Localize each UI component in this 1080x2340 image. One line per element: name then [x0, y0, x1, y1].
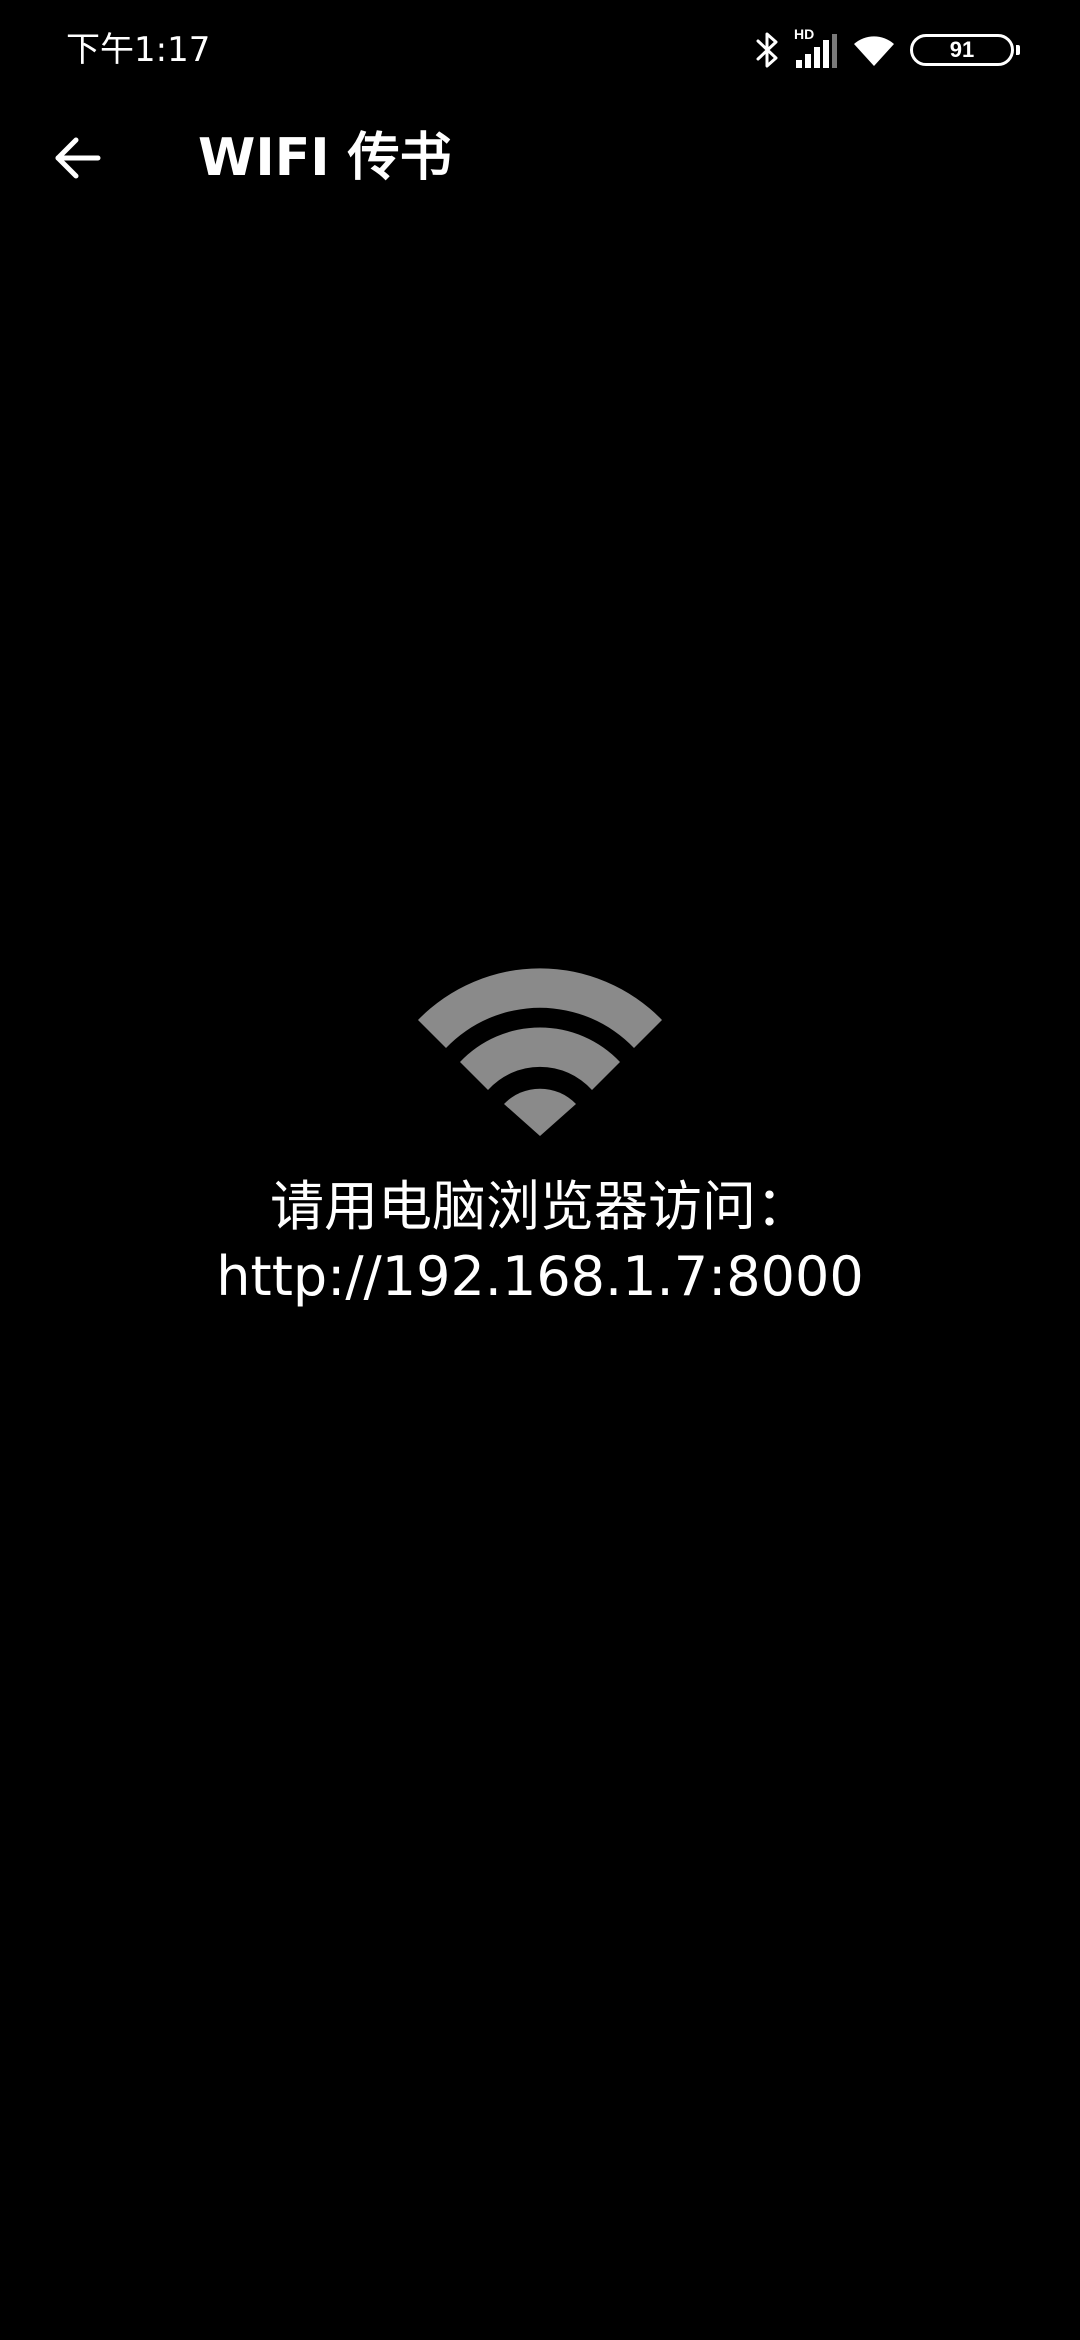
arrow-left-icon: [55, 137, 101, 179]
wifi-icon: [418, 968, 662, 1136]
status-bar: 下午1:17 HD 91: [0, 0, 1080, 100]
status-icons: HD 91: [740, 26, 1020, 74]
signal-icon: HD: [794, 26, 838, 70]
battery-level: 91: [949, 37, 975, 62]
bluetooth-icon: [756, 32, 778, 68]
back-button[interactable]: [36, 122, 120, 194]
wifi-icon: [854, 36, 894, 66]
battery-icon: 91: [910, 34, 1020, 66]
server-address: http://192.168.1.7:8000: [216, 1245, 864, 1308]
page-title: WIFI 传书: [198, 128, 452, 188]
status-time: 下午1:17: [66, 30, 211, 70]
battery-tip: [1016, 45, 1020, 55]
instruction-text: 请用电脑浏览器访问：: [270, 1175, 810, 1238]
app-bar: WIFI 传书: [0, 100, 1080, 216]
wifi-transfer-info: 请用电脑浏览器访问： http://192.168.1.7:8000: [0, 950, 1080, 1312]
wifi-transfer-screen: 下午1:17 HD 91 WIFI 传书 请用电脑浏览器访问： http://1…: [0, 0, 1080, 2340]
